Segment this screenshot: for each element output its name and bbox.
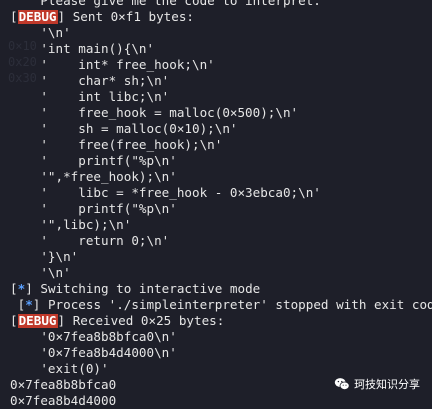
terminal-line: [DEBUG] Received 0×25 bytes: — [10, 313, 225, 328]
terminal-line: ' sh = malloc(0×10);\n' — [40, 121, 238, 136]
terminal-line: '}\n' — [40, 249, 79, 264]
info-star-icon: * — [25, 297, 33, 312]
terminal-line: Please give me the code to interpret. — [40, 0, 321, 8]
terminal-line: [DEBUG] Sent 0×f1 bytes: — [10, 9, 195, 24]
terminal-line: 'exit(0)' — [40, 361, 109, 376]
terminal-line: '0×7fea8b8bfca0\n' — [40, 329, 177, 344]
terminal-line: 'int main(){\n' — [40, 41, 155, 56]
terminal-line: ' libc = *free_hook - 0×3ebca0;\n' — [40, 185, 321, 200]
wechat-icon — [334, 378, 350, 390]
terminal-line: ' char* sh;\n' — [40, 73, 170, 88]
terminal-line: '",libc);\n' — [40, 217, 132, 232]
terminal-line: 0×7fea8b4d4000 — [10, 393, 117, 408]
terminal-line: ' int* free_hook;\n' — [40, 57, 215, 72]
terminal-line: '",*free_hook);\n' — [40, 169, 177, 184]
terminal-line: ' free(free_hook);\n' — [40, 137, 223, 152]
terminal-line: '0×7fea8b4d4000\n' — [40, 345, 177, 360]
terminal-line: ' int libc;\n' — [40, 89, 170, 104]
terminal-window[interactable]: 0×10 0x20 0x30 Please give me the code t… — [0, 0, 432, 409]
debug-tag: DEBUG — [17, 313, 58, 328]
terminal-line: [*] Switching to interactive mode — [10, 281, 261, 296]
terminal-line: 0×7fea8b8bfca0 — [10, 377, 117, 392]
terminal-line: ' return 0;\n' — [40, 233, 170, 248]
watermark-text: 珂技知识分享 — [354, 378, 420, 391]
watermark: 珂技知识分享 — [334, 376, 420, 392]
debug-tag: DEBUG — [17, 9, 58, 24]
terminal-line: '\n' — [40, 265, 71, 280]
terminal-line: ' printf("%p\n' — [40, 153, 177, 168]
terminal-line: '\n' — [40, 25, 71, 40]
terminal-line: [*] Process './simpleinterpreter' stoppe… — [17, 297, 432, 312]
terminal-line: ' printf("%p\n' — [40, 201, 177, 216]
terminal-line: ' free_hook = malloc(0×500);\n' — [40, 105, 299, 120]
